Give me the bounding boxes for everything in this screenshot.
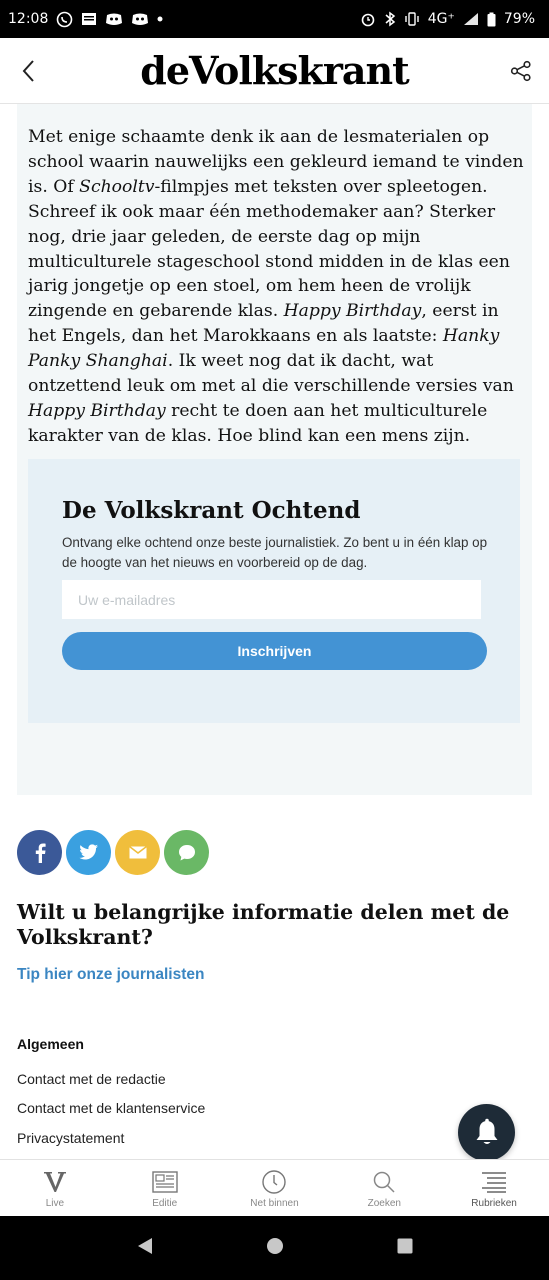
- share-icon: [510, 60, 531, 81]
- square-recents-icon: [397, 1238, 413, 1253]
- battery-icon: [487, 12, 496, 27]
- share-button[interactable]: [507, 57, 535, 85]
- system-back-button[interactable]: [136, 1237, 154, 1260]
- article-emphasis: Schooltv: [79, 176, 155, 197]
- bottom-navigation: Live Editie Net binnen Zoeken Rubrieken: [0, 1159, 549, 1216]
- search-icon: [372, 1168, 396, 1196]
- nav-zoeken[interactable]: Zoeken: [329, 1160, 439, 1216]
- article-card: Met enige schaamte denk ik aan de lesmat…: [17, 104, 532, 795]
- email-field[interactable]: [62, 580, 481, 619]
- news-icon: [81, 12, 97, 26]
- newsletter-description: Ontvang elke ochtend onze beste journali…: [62, 535, 488, 570]
- volkskrant-logo: deVolkskrant: [140, 48, 409, 93]
- network-type: 4G⁺: [427, 11, 455, 27]
- share-message-button[interactable]: [164, 830, 209, 875]
- dot-icon: [157, 16, 163, 22]
- nav-net-binnen-label: Net binnen: [250, 1198, 299, 1209]
- twitter-icon: [78, 844, 98, 860]
- footer-link-privacy[interactable]: Privacystatement: [17, 1130, 124, 1146]
- discord-icon: [131, 12, 149, 26]
- nav-rubrieken[interactable]: Rubrieken: [439, 1160, 549, 1216]
- newsletter-box: De Volkskrant Ochtend Ontvang elke ochte…: [28, 459, 520, 723]
- nav-zoeken-label: Zoeken: [367, 1198, 401, 1209]
- battery-level: 79%: [503, 11, 535, 27]
- app-header: deVolkskrant: [0, 38, 549, 104]
- subscribe-button[interactable]: Inschrijven: [62, 632, 487, 670]
- nav-rubrieken-label: Rubrieken: [471, 1198, 517, 1209]
- tip-journalists-link[interactable]: Tip hier onze journalisten: [17, 966, 204, 984]
- circle-home-icon: [267, 1237, 284, 1254]
- nav-live-label: Live: [45, 1198, 65, 1209]
- alarm-icon: [360, 11, 376, 27]
- footer-link-klantenservice[interactable]: Contact met de klantenservice: [17, 1100, 205, 1116]
- mail-icon: [128, 846, 147, 859]
- nav-editie-label: Editie: [152, 1198, 178, 1209]
- discord-icon: [105, 12, 123, 26]
- nav-editie[interactable]: Editie: [110, 1160, 220, 1216]
- share-twitter-button[interactable]: [66, 830, 111, 875]
- share-facebook-button[interactable]: [17, 830, 62, 875]
- bluetooth-icon: [384, 11, 396, 27]
- share-buttons: [17, 830, 209, 875]
- nav-live[interactable]: Live: [0, 1160, 110, 1216]
- clock-icon: [261, 1168, 287, 1196]
- article-text: -filmpjes met teksten over spleetogen. S…: [28, 176, 510, 322]
- signal-icon: [463, 12, 479, 26]
- article-emphasis: Happy Birthday: [28, 400, 166, 421]
- footer-link-contact-redactie[interactable]: Contact met de redactie: [17, 1071, 166, 1087]
- footer-heading: Algemeen: [17, 1036, 84, 1052]
- bell-icon: [476, 1118, 497, 1144]
- v-logo-icon: [43, 1168, 67, 1196]
- status-time: 12:08: [8, 11, 49, 27]
- system-navigation-bar: [0, 1216, 549, 1280]
- back-button[interactable]: [14, 57, 42, 85]
- menu-icon: [481, 1168, 507, 1196]
- article-emphasis: Happy Birthday: [283, 301, 422, 322]
- system-recents-button[interactable]: [397, 1238, 413, 1259]
- tip-question: Wilt u belangrijke informatie delen met …: [17, 900, 510, 949]
- chat-icon: [178, 844, 195, 860]
- article-paragraph: Met enige schaamte denk ik aan de lesmat…: [28, 125, 528, 449]
- vibrate-icon: [404, 12, 420, 26]
- nav-net-binnen[interactable]: Net binnen: [220, 1160, 330, 1216]
- status-bar: 12:08 4G⁺ 79%: [0, 0, 549, 38]
- newspaper-icon: [151, 1168, 178, 1196]
- system-home-button[interactable]: [266, 1237, 284, 1260]
- chevron-left-icon: [22, 59, 34, 82]
- share-email-button[interactable]: [115, 830, 160, 875]
- triangle-back-icon: [138, 1237, 153, 1254]
- whatsapp-icon: [56, 11, 73, 28]
- notifications-button[interactable]: [458, 1104, 515, 1161]
- newsletter-title: De Volkskrant Ochtend: [62, 497, 361, 524]
- facebook-icon: [35, 843, 46, 863]
